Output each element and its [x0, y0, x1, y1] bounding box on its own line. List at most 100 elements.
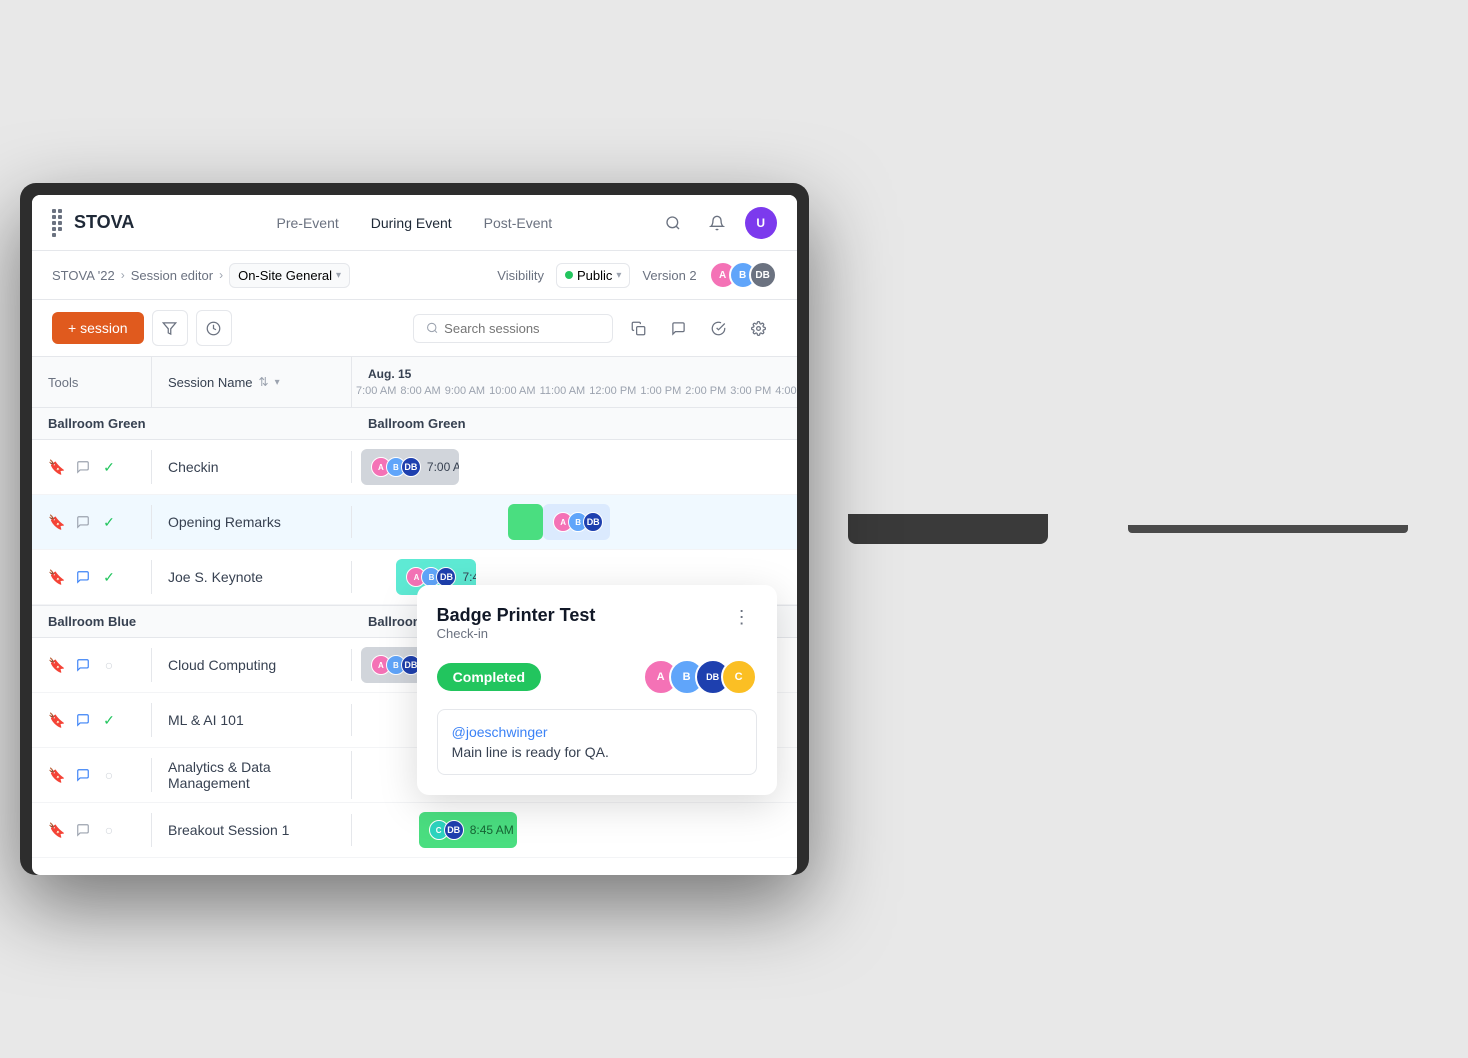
check-circle-icon[interactable]: [701, 310, 737, 346]
breadcrumb-sep1: ›: [121, 268, 125, 282]
hour-900: 9:00 AM: [441, 385, 485, 397]
breadcrumb-session-editor[interactable]: Session editor: [131, 268, 213, 283]
nav-during-event[interactable]: During Event: [371, 211, 452, 235]
popup-mention[interactable]: @joeschwinger: [452, 724, 742, 740]
session-name-column-header[interactable]: Session Name ⇅ ▾: [152, 357, 352, 407]
analytics-chat-icon[interactable]: [74, 766, 92, 784]
ml-tools: 🔖 ✓: [32, 703, 152, 737]
filter-button[interactable]: [152, 310, 188, 346]
hour-1100: 11:00 AM: [536, 385, 586, 397]
breadcrumb-onsite-general[interactable]: On-Site General ▾: [229, 263, 350, 288]
history-button[interactable]: [196, 310, 232, 346]
breakout-chat-icon[interactable]: [74, 821, 92, 839]
ml-chat-icon[interactable]: [74, 711, 92, 729]
breakout-check-icon[interactable]: ○: [100, 821, 118, 839]
cloud-bookmark-icon[interactable]: 🔖: [48, 656, 66, 674]
checkin-tools: 🔖 ✓: [32, 450, 152, 484]
checkin-bookmark-icon[interactable]: 🔖: [48, 458, 66, 476]
session-row-checkin: 🔖 ✓ Checkin A B DB 7:00 AM - 10:00 AM: [32, 440, 797, 495]
checkin-check-icon[interactable]: ✓: [100, 458, 118, 476]
avatar-db: DB: [444, 820, 464, 840]
cloud-chat-icon[interactable]: [74, 656, 92, 674]
toolbar-right-icons: [621, 310, 777, 346]
avatar-db: DB: [583, 512, 603, 532]
popup-header: Badge Printer Test Check-in ⋮: [437, 605, 757, 655]
breadcrumb-stova22[interactable]: STOVA '22: [52, 268, 115, 283]
column-dropdown-icon[interactable]: ▾: [275, 377, 280, 388]
collaborator-avatars: A B DB: [709, 261, 777, 289]
toolbar: + session: [32, 300, 797, 357]
breakout-avatars: C DB: [429, 820, 464, 840]
popup-menu-button[interactable]: ⋮: [727, 605, 757, 630]
avatar-db: DB: [436, 567, 456, 587]
keynote-name: Joe S. Keynote: [152, 561, 352, 593]
checkin-chat-icon[interactable]: [74, 458, 92, 476]
ml-check-icon[interactable]: ✓: [100, 711, 118, 729]
popup-message: Main line is ready for QA.: [452, 744, 742, 760]
public-status-dot: [565, 271, 573, 279]
opening-remarks-block-green[interactable]: [508, 504, 544, 540]
popup-avatars: A B DB C: [643, 659, 757, 695]
breadcrumb: STOVA '22 › Session editor › On-Site Gen…: [32, 251, 797, 300]
bell-icon[interactable]: [701, 207, 733, 239]
opening-remarks-bookmark-icon[interactable]: 🔖: [48, 513, 66, 531]
group-label-ballroom-blue: Ballroom Blue: [32, 606, 352, 637]
hour-1000: 10:00 AM: [485, 385, 535, 397]
popup-card: Badge Printer Test Check-in ⋮ Completed …: [417, 585, 777, 795]
breadcrumb-right: Visibility Public ▾ Version 2 A B DB: [497, 261, 776, 289]
breakout-bookmark-icon[interactable]: 🔖: [48, 821, 66, 839]
avatar-db: DB: [401, 457, 421, 477]
analytics-tools: 🔖 ○: [32, 758, 152, 792]
breakout-block[interactable]: C DB 8:45 AM - 11:45 AM: [419, 812, 517, 848]
search-sessions-input[interactable]: [413, 314, 613, 343]
completed-badge[interactable]: Completed: [437, 663, 541, 691]
hour-1300: 1:00 PM: [636, 385, 681, 397]
analytics-bookmark-icon[interactable]: 🔖: [48, 766, 66, 784]
keynote-chat-icon[interactable]: [74, 568, 92, 586]
grid-icon[interactable]: [52, 209, 66, 237]
table-header: Tools Session Name ⇅ ▾ Aug. 15 7:00 AM 8…: [32, 357, 797, 408]
popup-subtitle: Check-in: [437, 626, 596, 641]
hour-1200: 12:00 PM: [585, 385, 636, 397]
session-row-opening-remarks: 🔖 ✓ Opening Remarks A B DB: [32, 495, 797, 550]
cloud-avatars: A B DB: [371, 655, 421, 675]
top-nav: STOVA Pre-Event During Event Post-Event …: [32, 195, 797, 251]
settings-icon[interactable]: [741, 310, 777, 346]
monitor-base: [1128, 525, 1408, 533]
ml-bookmark-icon[interactable]: 🔖: [48, 711, 66, 729]
opening-remarks-timeline: A B DB 10:00 AM - 11:00 AM: [352, 495, 797, 549]
cloud-name: Cloud Computing: [152, 649, 352, 681]
message-icon[interactable]: [661, 310, 697, 346]
sort-icon[interactable]: ⇅: [259, 375, 269, 389]
keynote-bookmark-icon[interactable]: 🔖: [48, 568, 66, 586]
visibility-select[interactable]: Public ▾: [556, 263, 630, 288]
collab-avatar-3: DB: [749, 261, 777, 289]
opening-remarks-block[interactable]: A B DB 10:00 AM - 11:00 AM: [543, 504, 610, 540]
opening-remarks-name: Opening Remarks: [152, 506, 352, 538]
keynote-check-icon[interactable]: ✓: [100, 568, 118, 586]
search-field[interactable]: [444, 321, 599, 336]
breadcrumb-sep2: ›: [219, 268, 223, 282]
cloud-check-icon[interactable]: ○: [100, 656, 118, 674]
popup-title: Badge Printer Test: [437, 605, 596, 626]
user-avatar[interactable]: U: [745, 207, 777, 239]
hour-1500: 3:00 PM: [726, 385, 771, 397]
popup-avatar-4: C: [721, 659, 757, 695]
ml-name: ML & AI 101: [152, 704, 352, 736]
group-label-ballroom-green: Ballroom Green: [32, 408, 352, 439]
opening-remarks-tools: 🔖 ✓: [32, 505, 152, 539]
add-session-button[interactable]: + session: [52, 312, 144, 344]
nav-pre-event[interactable]: Pre-Event: [276, 211, 338, 235]
session-row-breakout: 🔖 ○ Breakout Session 1 C DB 8:45 AM - 11…: [32, 803, 797, 858]
checkin-block[interactable]: A B DB 7:00 AM - 10:00 AM: [361, 449, 459, 485]
nav-post-event[interactable]: Post-Event: [484, 211, 552, 235]
timeline-date: Aug. 15: [352, 367, 797, 385]
search-icon[interactable]: [657, 207, 689, 239]
breakout-timeline: C DB 8:45 AM - 11:45 AM: [352, 803, 797, 857]
opening-remarks-chat-icon[interactable]: [74, 513, 92, 531]
monitor-stand: [848, 514, 1048, 544]
version-label: Version 2: [642, 268, 696, 283]
analytics-check-icon[interactable]: ○: [100, 766, 118, 784]
opening-remarks-check-icon[interactable]: ✓: [100, 513, 118, 531]
copy-icon[interactable]: [621, 310, 657, 346]
